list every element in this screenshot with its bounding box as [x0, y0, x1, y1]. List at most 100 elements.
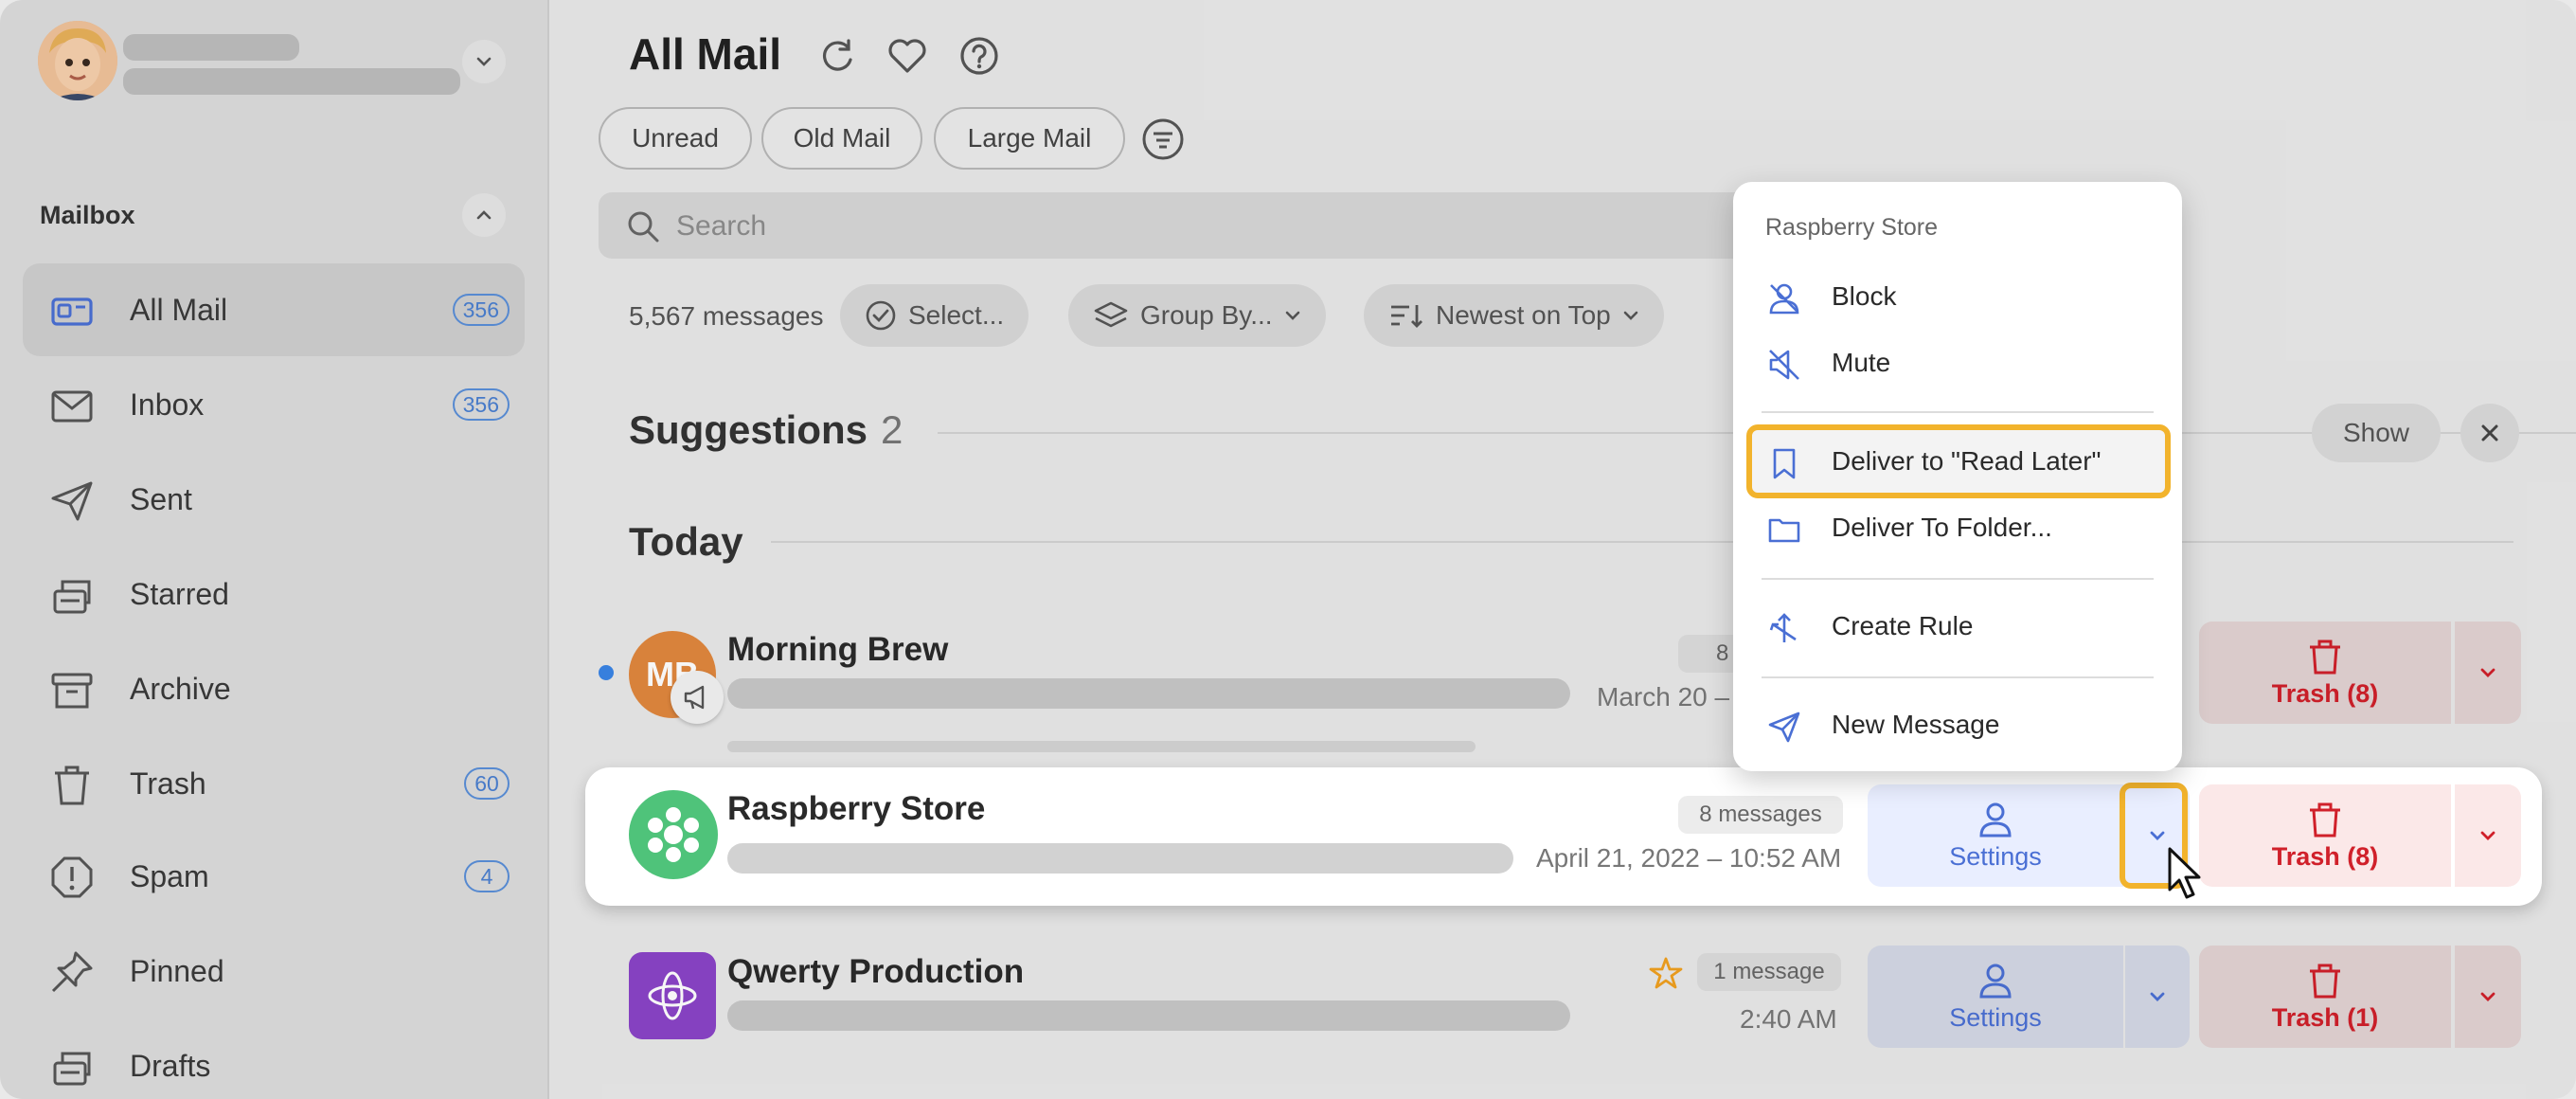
trash-icon — [2310, 640, 2340, 674]
settings-button[interactable]: Settings — [1868, 946, 2123, 1048]
list-item[interactable]: MB Morning Brew 8 m March 20 – Trash (8) — [551, 616, 2576, 752]
sender-name: Raspberry Store — [727, 790, 986, 827]
trash-label: Trash (1) — [2271, 1002, 2379, 1032]
filter-icon[interactable] — [1141, 117, 1185, 161]
trash-dropdown-button[interactable] — [2455, 622, 2521, 724]
list-item-focused[interactable]: Raspberry Store 8 messages April 21, 202… — [585, 767, 2542, 906]
unread-count-badge: 4 — [464, 860, 510, 892]
atom-icon — [648, 971, 697, 1020]
close-icon — [2481, 424, 2498, 441]
trash-dropdown-button[interactable] — [2455, 784, 2521, 887]
menu-separator — [1762, 411, 2154, 413]
menu-item-label: Mute — [1832, 348, 1891, 377]
sort-label: Newest on Top — [1436, 300, 1611, 330]
message-count: 5,567 messages — [629, 301, 824, 331]
account-menu-button[interactable] — [462, 40, 506, 83]
star-icon[interactable] — [1648, 955, 1684, 991]
chevron-down-icon — [2480, 992, 2496, 1001]
date-label: March 20 – — [1597, 682, 1730, 712]
menu-header: Raspberry Store — [1765, 214, 1939, 241]
sidebar-item-label: All Mail — [130, 292, 228, 327]
sidebar-item-archive[interactable]: Archive — [23, 642, 525, 735]
sidebar-item-drafts[interactable]: Drafts — [23, 1019, 525, 1099]
chevron-down-icon — [476, 57, 492, 66]
suggestions-title: Suggestions — [629, 407, 868, 452]
subject-placeholder — [727, 1000, 1570, 1031]
menu-item-create-rule[interactable]: Create Rule — [1748, 593, 2167, 659]
mute-icon — [1769, 350, 1799, 380]
menu-item-block[interactable]: Block — [1748, 263, 2167, 330]
paper-plane-icon — [1768, 712, 1800, 743]
suggestions-header: Suggestions 2 — [629, 407, 903, 453]
sender-avatar — [629, 952, 716, 1039]
menu-item-mute[interactable]: Mute — [1748, 330, 2167, 396]
sidebar-item-inbox[interactable]: Inbox 356 — [23, 358, 525, 451]
trash-dropdown-button[interactable] — [2455, 946, 2521, 1048]
mailbox-collapse-button[interactable] — [462, 193, 506, 237]
trash-label: Trash (8) — [2271, 841, 2379, 871]
megaphone-icon — [671, 671, 724, 724]
filter-chip-unread[interactable]: Unread — [599, 107, 752, 170]
preview-placeholder — [727, 741, 1476, 752]
help-icon[interactable] — [958, 35, 1000, 77]
sidebar-item-starred[interactable]: Starred — [23, 548, 525, 640]
menu-item-new-message[interactable]: New Message — [1748, 692, 2167, 758]
person-icon — [1979, 964, 2012, 998]
select-button[interactable]: Select... — [840, 284, 1029, 347]
rule-icon — [1769, 613, 1797, 642]
sidebar-item-spam[interactable]: Spam 4 — [23, 830, 525, 923]
trash-button[interactable]: Trash (8) — [2199, 622, 2451, 724]
subject-placeholder — [727, 843, 1513, 874]
sidebar-item-sent[interactable]: Sent — [23, 453, 525, 546]
page-title: All Mail — [629, 29, 782, 79]
layers-icon — [1094, 301, 1128, 328]
mail-app-window: Mailbox All Mail 356 Inbox 356 Sent Star… — [0, 0, 2576, 1099]
settings-dropdown-button[interactable] — [2125, 946, 2190, 1048]
message-count-chip: 1 message — [1697, 953, 1841, 991]
trash-icon — [55, 766, 89, 805]
envelope-icon — [51, 390, 93, 423]
pin-icon — [51, 951, 93, 993]
menu-item-deliver-to-folder[interactable]: Deliver To Folder... — [1748, 495, 2167, 561]
trash-button[interactable]: Trash (8) — [2199, 784, 2451, 887]
person-icon — [1979, 802, 2012, 837]
menu-separator — [1762, 578, 2154, 580]
unread-count-badge: 356 — [452, 294, 510, 326]
sidebar-item-trash[interactable]: Trash 60 — [23, 737, 525, 830]
menu-item-label: Block — [1832, 281, 1897, 311]
mouse-pointer-icon — [2168, 847, 2201, 899]
suggestions-count: 2 — [881, 407, 903, 452]
block-person-icon — [1769, 283, 1799, 315]
exclamation-icon — [51, 856, 93, 898]
menu-item-label: Deliver To Folder... — [1832, 513, 2052, 542]
close-suggestions-button[interactable] — [2460, 404, 2519, 462]
highlight-outline — [1746, 424, 2171, 498]
refresh-icon[interactable] — [816, 35, 858, 77]
mailbox-icon — [51, 297, 93, 326]
unread-count-badge: 356 — [452, 388, 510, 421]
menu-item-label: New Message — [1832, 710, 2000, 739]
folder-icon — [1768, 518, 1800, 543]
sidebar-item-label: Drafts — [130, 1048, 211, 1083]
settings-button[interactable]: Settings — [1868, 784, 2123, 887]
subject-placeholder — [727, 678, 1570, 709]
today-header: Today — [629, 519, 743, 564]
sort-button[interactable]: Newest on Top — [1364, 284, 1664, 347]
sidebar-item-all-mail[interactable]: All Mail 356 — [23, 263, 525, 356]
list-item[interactable]: Qwerty Production 1 message 2:40 AM Sett… — [551, 938, 2576, 1052]
sidebar: Mailbox All Mail 356 Inbox 356 Sent Star… — [0, 0, 549, 1099]
chevron-down-icon — [1285, 311, 1299, 320]
heart-icon[interactable] — [886, 35, 928, 77]
raspberry-logo-icon — [648, 807, 699, 862]
starred-tray-icon — [53, 580, 91, 614]
filter-chip-large-mail[interactable]: Large Mail — [934, 107, 1125, 170]
filter-chip-old-mail[interactable]: Old Mail — [761, 107, 922, 170]
user-avatar[interactable] — [38, 21, 117, 100]
settings-context-menu: Raspberry Store Block Mute Deliver to "R… — [1733, 182, 2182, 771]
trash-button[interactable]: Trash (1) — [2199, 946, 2451, 1048]
group-by-button[interactable]: Group By... — [1068, 284, 1326, 347]
chevron-down-icon — [2480, 831, 2496, 840]
show-suggestions-button[interactable]: Show — [2312, 404, 2441, 462]
search-input[interactable]: Search — [599, 192, 1924, 259]
sidebar-item-pinned[interactable]: Pinned — [23, 925, 525, 1018]
